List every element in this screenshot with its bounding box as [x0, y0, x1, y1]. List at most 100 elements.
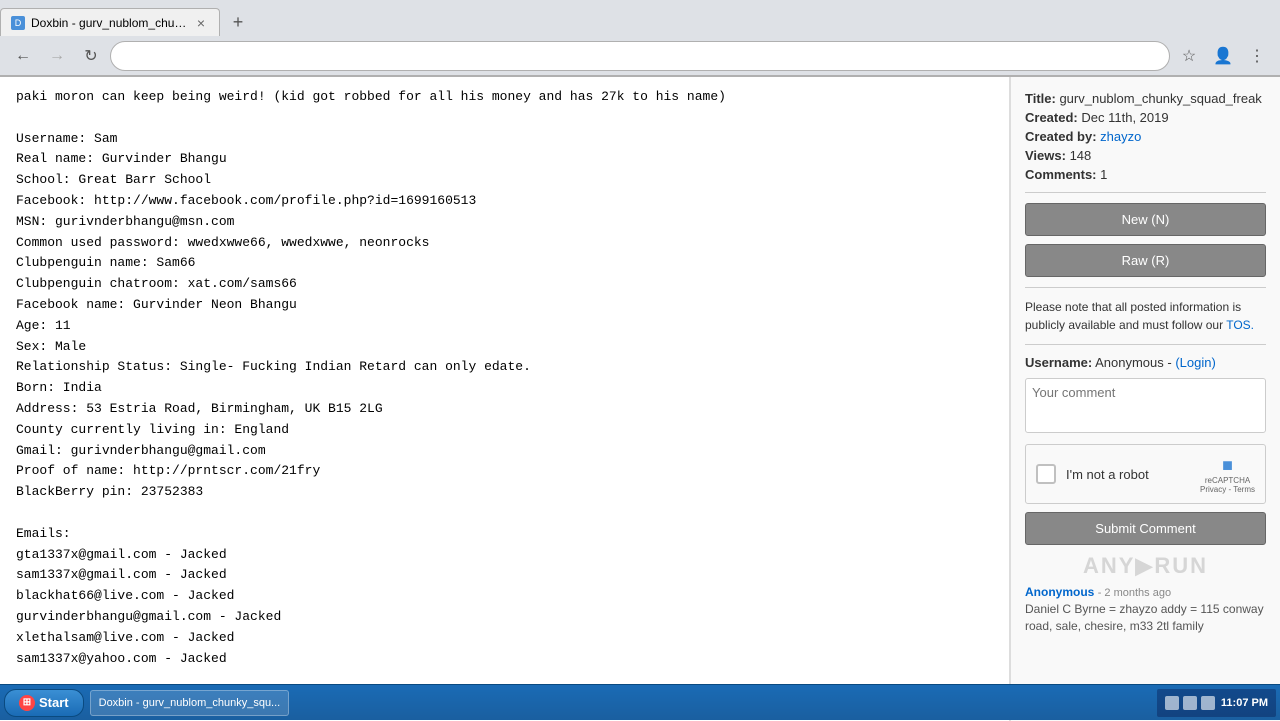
- content-line: Relationship Status: Single- Fucking Ind…: [16, 357, 993, 378]
- title-meta: Title: gurv_nublom_chunky_squad_freak: [1025, 91, 1266, 106]
- taskbar-item-label: Doxbin - gurv_nublom_chunky_squ...: [99, 697, 281, 709]
- content-lines: Username: SamReal name: Gurvinder Bhangu…: [16, 108, 993, 721]
- username-value: Anonymous -: [1095, 355, 1172, 370]
- recaptcha-logo: ■: [1222, 455, 1233, 476]
- start-icon: ⊞: [19, 695, 35, 711]
- content-line: Common used password: wwedxwwe66, wwedxw…: [16, 233, 993, 254]
- views-value: 148: [1070, 148, 1092, 163]
- comment-time: - 2 months ago: [1098, 587, 1171, 599]
- network-icon: [1165, 696, 1179, 710]
- captcha-right: ■ reCAPTCHA Privacy - Terms: [1200, 455, 1255, 494]
- comments-value: 1: [1100, 167, 1107, 182]
- taskbar-browser-item[interactable]: Doxbin - gurv_nublom_chunky_squ...: [90, 690, 290, 716]
- content-line: blackhat66@live.com - Jacked: [16, 586, 993, 607]
- anyrun-text-1: ANY: [1083, 553, 1135, 578]
- username-label: Username:: [1025, 355, 1092, 370]
- active-tab[interactable]: D Doxbin - gurv_nublom_chunky_squa... ×: [0, 8, 220, 36]
- sidebar-content: Title: gurv_nublom_chunky_squad_freak Cr…: [1011, 77, 1280, 649]
- start-label: Start: [39, 695, 69, 710]
- left-panel: paki moron can keep being weird! (kid go…: [0, 77, 1010, 721]
- tos-link[interactable]: TOS.: [1226, 318, 1254, 332]
- views-meta: Views: 148: [1025, 148, 1266, 163]
- comment-input[interactable]: [1025, 378, 1266, 433]
- menu-icon[interactable]: ⋮: [1242, 41, 1272, 71]
- recaptcha-text: reCAPTCHA: [1205, 476, 1250, 485]
- comment-text: Daniel C Byrne = zhayzo addy = 115 conwa…: [1025, 601, 1266, 635]
- nav-bar: ← → ↻ https://doxbin.org/upload/gurvnubl…: [0, 36, 1280, 76]
- comment-username: Anonymous: [1025, 585, 1094, 599]
- content-line: gurvinderbhangu@gmail.com - Jacked: [16, 607, 993, 628]
- content-line: BlackBerry pin: 23752383: [16, 482, 993, 503]
- tos-note: Please note that all posted information …: [1025, 298, 1266, 334]
- comment-section: Anonymous - 2 months ago Daniel C Byrne …: [1025, 585, 1266, 635]
- captcha-label: I'm not a robot: [1066, 467, 1149, 482]
- content-line: Born: India: [16, 378, 993, 399]
- url-input[interactable]: https://doxbin.org/upload/gurvnublomchun…: [123, 48, 1157, 63]
- created-by-link[interactable]: zhayzo: [1100, 129, 1141, 144]
- anyrun-arrow: ▶: [1135, 553, 1154, 578]
- title-label: Title:: [1025, 91, 1056, 106]
- new-btn[interactable]: New (N): [1025, 203, 1266, 236]
- content-line: Emails:: [16, 524, 993, 545]
- content-line: Real name: Gurvinder Bhangu: [16, 149, 993, 170]
- sidebar-toggle[interactable]: →: [1010, 87, 1011, 117]
- refresh-btn[interactable]: ↻: [76, 41, 106, 71]
- content-line: Facebook name: Gurvinder Neon Bhangu: [16, 295, 993, 316]
- comments-meta: Comments: 1: [1025, 167, 1266, 182]
- header-line: paki moron can keep being weird! (kid go…: [16, 87, 993, 108]
- bookmark-icon[interactable]: ☆: [1174, 41, 1204, 71]
- address-bar[interactable]: https://doxbin.org/upload/gurvnublomchun…: [110, 41, 1170, 71]
- content-line: sam1337x@gmail.com - Jacked: [16, 565, 993, 586]
- content-line: [16, 108, 993, 129]
- content-line: [16, 503, 993, 524]
- sys-icons: [1165, 696, 1215, 710]
- battery-icon: [1201, 696, 1215, 710]
- created-by-label: Created by:: [1025, 129, 1097, 144]
- login-link[interactable]: (Login): [1175, 355, 1215, 370]
- content-line: Clubpenguin name: Sam66: [16, 253, 993, 274]
- start-button[interactable]: ⊞ Start: [4, 689, 84, 717]
- anyrun-watermark: ANY▶RUN: [1025, 553, 1266, 579]
- taskbar-right: 11:07 PM: [1157, 689, 1276, 717]
- content-line: Facebook: http://www.facebook.com/profil…: [16, 191, 993, 212]
- created-meta: Created: Dec 11th, 2019: [1025, 110, 1266, 125]
- content-line: County currently living in: England: [16, 420, 993, 441]
- created-by-meta: Created by: zhayzo: [1025, 129, 1266, 144]
- divider-3: [1025, 344, 1266, 345]
- submit-comment-btn[interactable]: Submit Comment: [1025, 512, 1266, 545]
- back-btn[interactable]: ←: [8, 41, 38, 71]
- content-line: Proof of name: http://prntscr.com/21fry: [16, 461, 993, 482]
- captcha-checkbox[interactable]: [1036, 464, 1056, 484]
- content-line: Sex: Male: [16, 337, 993, 358]
- content-line: sam1337x@yahoo.com - Jacked: [16, 649, 993, 670]
- raw-btn[interactable]: Raw (R): [1025, 244, 1266, 277]
- divider-1: [1025, 192, 1266, 193]
- created-value: Dec 11th, 2019: [1081, 110, 1168, 125]
- content-line: Gmail: gurivnderbhangu@gmail.com: [16, 441, 993, 462]
- taskbar-clock: 11:07 PM: [1221, 697, 1268, 709]
- content-line: School: Great Barr School: [16, 170, 993, 191]
- new-tab-btn[interactable]: +: [224, 8, 252, 36]
- divider-2: [1025, 287, 1266, 288]
- content-line: Age: 11: [16, 316, 993, 337]
- username-row: Username: Anonymous - (Login): [1025, 355, 1266, 370]
- main-content: paki moron can keep being weird! (kid go…: [0, 77, 1280, 721]
- captcha-box[interactable]: I'm not a robot ■ reCAPTCHA Privacy - Te…: [1025, 444, 1266, 504]
- profile-icon[interactable]: 👤: [1208, 41, 1238, 71]
- volume-icon: [1183, 696, 1197, 710]
- views-label: Views:: [1025, 148, 1066, 163]
- forward-btn[interactable]: →: [42, 41, 72, 71]
- recaptcha-privacy: Privacy - Terms: [1200, 485, 1255, 494]
- tab-bar: D Doxbin - gurv_nublom_chunky_squa... × …: [0, 0, 1280, 36]
- created-label: Created:: [1025, 110, 1078, 125]
- comments-label: Comments:: [1025, 167, 1097, 182]
- taskbar-time-display: 11:07 PM: [1221, 697, 1268, 709]
- content-line: Clubpenguin chatroom: xat.com/sams66: [16, 274, 993, 295]
- captcha-left: I'm not a robot: [1036, 464, 1149, 484]
- right-sidebar: → Title: gurv_nublom_chunky_squad_freak …: [1010, 77, 1280, 721]
- anyrun-text-2: RUN: [1154, 553, 1208, 578]
- tab-favicon: D: [11, 16, 25, 30]
- browser-chrome: D Doxbin - gurv_nublom_chunky_squa... × …: [0, 0, 1280, 77]
- tab-title: Doxbin - gurv_nublom_chunky_squa...: [31, 16, 187, 30]
- tab-close-btn[interactable]: ×: [193, 15, 209, 31]
